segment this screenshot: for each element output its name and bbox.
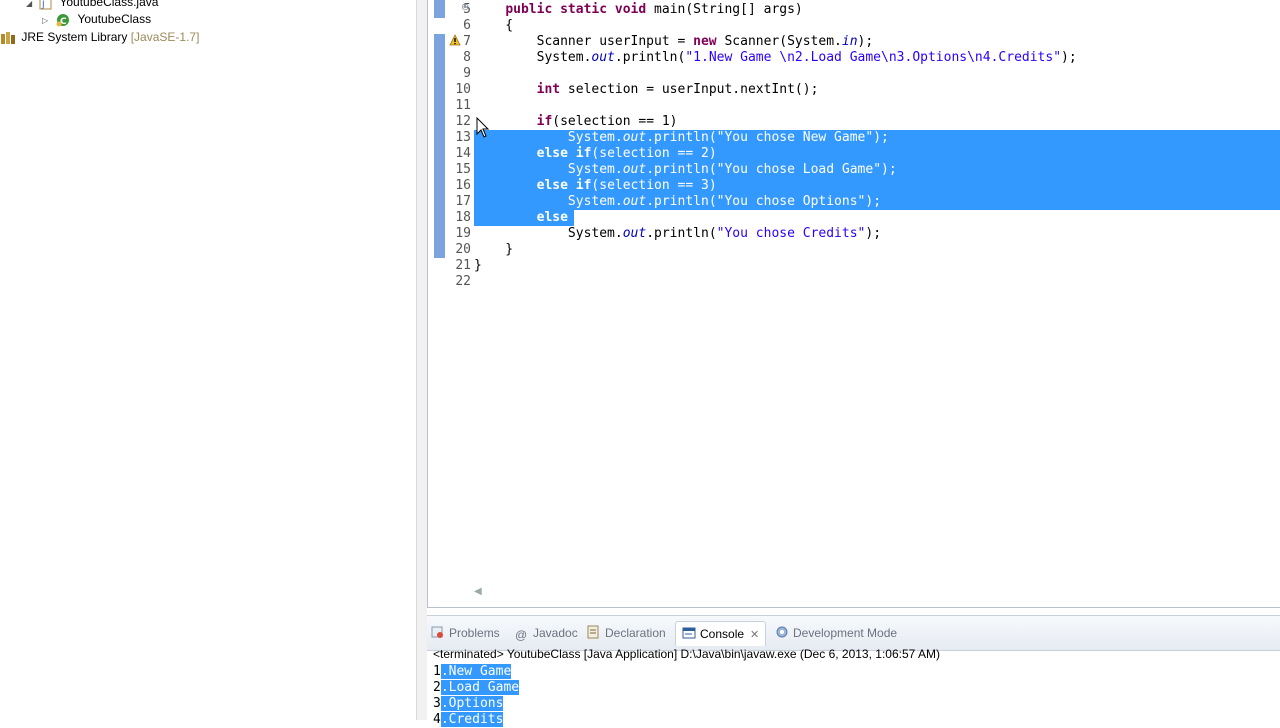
line-number: 6 (463, 18, 471, 33)
line-number: 9 (463, 66, 471, 81)
line-number: 21 (455, 258, 471, 273)
line-number: 22 (455, 274, 471, 289)
console-line-text: .Load Game (440, 680, 520, 695)
problems-icon (431, 626, 443, 638)
tab-console[interactable]: Console ✕ (675, 621, 767, 646)
console-status-text: <terminated> YoutubeClass [Java Applicat… (433, 647, 940, 661)
line-number: 19 (455, 226, 471, 241)
console-line: 1.New Game (433, 664, 512, 680)
declaration-icon (587, 625, 599, 639)
console-icon (682, 627, 696, 639)
tab-development-mode[interactable]: Development Mode (775, 623, 897, 643)
tab-label: Declaration (605, 626, 666, 640)
console-line-text: .New Game (440, 664, 512, 679)
code-line[interactable]: System.out.println("You chose Options"); (474, 194, 881, 210)
tab-javadoc[interactable]: @ Javadoc (515, 623, 578, 643)
console-line: 4.Credits (433, 712, 504, 728)
tree-item-decoration: [JavaSE-1.7] (130, 30, 200, 44)
tab-label: Development Mode (793, 626, 898, 640)
sash-divider[interactable] (416, 0, 427, 720)
console-line-number: 2 (433, 680, 441, 695)
tab-declaration[interactable]: Declaration (587, 623, 666, 643)
line-number: 14 (455, 146, 471, 161)
line-number: 15 (455, 162, 471, 177)
tab-label: Problems (449, 626, 500, 640)
line-number: 13 (455, 130, 471, 145)
svg-text:C: C (60, 17, 67, 27)
console-line-number: 3 (433, 696, 441, 711)
code-line[interactable]: else (474, 210, 568, 226)
code-line[interactable]: System.out.println("You chose New Game")… (474, 130, 889, 146)
class-icon: C (56, 13, 70, 27)
tree-item-label: YoutubeClass.java (59, 0, 159, 9)
tab-label: Console (700, 627, 745, 641)
change-marker (434, 0, 445, 18)
change-marker (434, 34, 445, 258)
code-line[interactable]: Scanner userInput = new Scanner(System.i… (474, 34, 874, 50)
line-number: 20 (455, 242, 471, 257)
java-file-icon: J (39, 0, 52, 10)
code-line[interactable]: int selection = userInput.nextInt(); (474, 82, 819, 98)
tab-problems[interactable]: Problems (431, 623, 500, 643)
code-area[interactable]: public static void main(String[] args) {… (474, 0, 1280, 600)
line-number: 11 (455, 98, 471, 113)
console-line: 2.Load Game (433, 680, 520, 696)
code-line[interactable]: } (474, 258, 482, 274)
line-number: 16 (455, 178, 471, 193)
devmode-icon (776, 626, 788, 638)
line-number: 8 (463, 50, 471, 65)
mouse-cursor-icon (476, 117, 490, 138)
svg-text:J: J (41, 0, 45, 10)
tree-item-label: YoutubeClass (77, 12, 152, 26)
console-line-number: 1 (433, 664, 441, 679)
tree-item-youtubeclass[interactable]: ▷ C YoutubeClass (42, 10, 151, 28)
code-line[interactable]: { (474, 18, 513, 34)
code-line[interactable]: System.out.println("You chose Load Game"… (474, 162, 897, 178)
collapse-arrow-icon[interactable]: ◢ (26, 0, 36, 13)
line-number: 17 (455, 194, 471, 209)
console-line-text: .Options (440, 696, 504, 711)
fold-collapse-icon[interactable]: ⊖ (461, 2, 469, 13)
horizontal-scrollbar[interactable]: ◀ (474, 586, 1274, 600)
code-line[interactable]: public static void main(String[] args) (474, 2, 802, 18)
package-explorer: ◢ J YoutubeClass.java ▷ C YoutubeClass J… (0, 0, 416, 720)
at-icon: @ (515, 628, 528, 642)
view-tab-bar: Problems @ Javadoc Declaration Console ✕ D… (427, 616, 1280, 651)
code-line[interactable]: System.out.println("You chose Credits"); (474, 226, 881, 242)
line-number: 10 (455, 82, 471, 97)
bottom-panel: Problems @ Javadoc Declaration Console ✕ D… (427, 615, 1280, 727)
code-line[interactable]: else if(selection == 2) (474, 146, 717, 162)
tab-label: Javadoc (533, 626, 578, 640)
code-line[interactable]: System.out.println("1.New Game \n2.Load … (474, 50, 1077, 66)
tree-item-jre-library[interactable]: JRE System Library [JavaSE-1.7] (0, 28, 199, 46)
console-line: 3.Options (433, 696, 504, 712)
tree-item-label: JRE System Library (21, 30, 128, 44)
library-icon (1, 31, 15, 44)
code-line[interactable]: } (474, 242, 513, 258)
line-number-gutter: 5 6 7 8 9 10 11 12 13 14 15 16 17 18 19 20 21 22 (445, 0, 471, 607)
code-line[interactable]: if(selection == 1) (474, 114, 678, 130)
code-line[interactable]: else if(selection == 3) (474, 178, 717, 194)
line-number: 18 (455, 210, 471, 225)
close-icon[interactable]: ✕ (750, 629, 759, 641)
code-editor[interactable]: 5 6 7 8 9 10 11 12 13 14 15 16 17 18 19 20 21 22 ⊖ public… (427, 0, 1280, 608)
line-number: 12 (455, 114, 471, 129)
line-number: 7 (463, 34, 471, 49)
